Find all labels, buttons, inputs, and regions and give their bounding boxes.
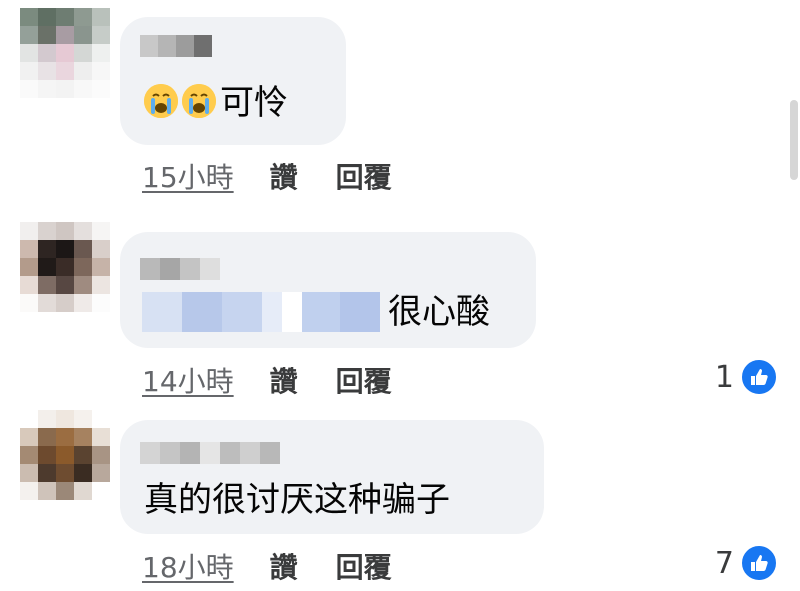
- comment-text: 很心酸: [142, 292, 490, 332]
- avatar[interactable]: [20, 222, 110, 312]
- reaction-count[interactable]: 1: [715, 358, 778, 396]
- commenter-name-redacted[interactable]: [140, 35, 212, 57]
- like-button[interactable]: 讚: [270, 156, 298, 196]
- reply-button[interactable]: 回覆: [336, 546, 392, 586]
- reply-button[interactable]: 回覆: [336, 360, 392, 400]
- comment-actions: 15小時 讚 回覆: [142, 156, 392, 196]
- thumbs-up-icon: [740, 544, 778, 582]
- like-button[interactable]: 讚: [270, 360, 298, 400]
- comment-text-body: 真的很讨厌这种骗子: [144, 480, 450, 520]
- mention-tag-redacted[interactable]: [142, 292, 380, 332]
- comment-text-body: 很心酸: [388, 292, 490, 332]
- comment-actions: 18小時 讚 回覆: [142, 546, 392, 586]
- avatar[interactable]: [20, 8, 110, 98]
- reaction-count-number: 7: [714, 545, 734, 581]
- crying-face-icon: [144, 84, 178, 118]
- commenter-name-redacted[interactable]: [140, 258, 220, 280]
- commenter-name-redacted[interactable]: [140, 442, 280, 464]
- comment-text: 真的很讨厌这种骗子: [144, 480, 450, 520]
- timestamp-link[interactable]: 14小時: [142, 360, 234, 400]
- thumbs-up-icon: [740, 358, 778, 396]
- comment-bubble: 很心酸: [120, 232, 536, 348]
- timestamp-link[interactable]: 18小時: [142, 546, 234, 586]
- comment-bubble: 真的很讨厌这种骗子: [120, 420, 544, 534]
- comment-bubble: 可怜: [120, 17, 346, 145]
- reaction-count[interactable]: 7: [715, 544, 778, 582]
- comment-text-body: 可怜: [220, 83, 288, 123]
- comment-text: 可怜: [144, 83, 288, 123]
- timestamp-link[interactable]: 15小時: [142, 156, 234, 196]
- reply-button[interactable]: 回覆: [336, 156, 392, 196]
- like-button[interactable]: 讚: [270, 546, 298, 586]
- comment-actions: 14小時 讚 回覆: [142, 360, 392, 400]
- scrollbar-thumb[interactable]: [790, 100, 798, 180]
- crying-face-icon: [182, 84, 216, 118]
- reaction-count-number: 1: [714, 359, 734, 395]
- avatar[interactable]: [20, 410, 110, 500]
